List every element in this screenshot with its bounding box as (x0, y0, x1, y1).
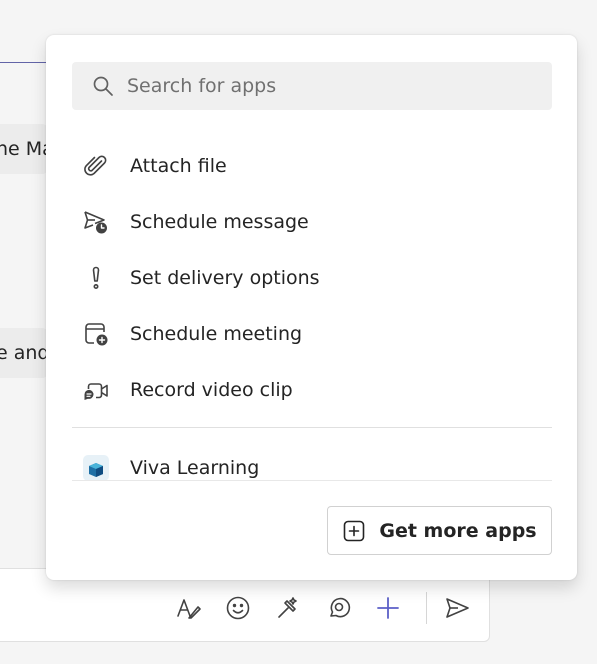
menu-item-attach-file[interactable]: Attach file (72, 138, 552, 194)
send-button[interactable] (439, 590, 475, 626)
menu-item-record-video[interactable]: Record video clip (72, 362, 552, 418)
action-menu: Attach file Schedule message Set deliver… (72, 138, 552, 418)
message-text: e and (0, 342, 48, 364)
loop-button[interactable] (320, 590, 356, 626)
add-button[interactable] (370, 590, 406, 626)
scroll-boundary (72, 480, 552, 481)
copilot-icon (278, 597, 297, 618)
add-icon (377, 597, 399, 619)
video-clip-icon (80, 374, 112, 406)
calendar-add-icon (80, 318, 112, 350)
menu-item-delivery-options[interactable]: Set delivery options (72, 250, 552, 306)
add-square-icon (342, 519, 366, 543)
menu-item-schedule-meeting[interactable]: Schedule meeting (72, 306, 552, 362)
exclamation-icon (80, 262, 112, 294)
format-button[interactable] (170, 590, 206, 626)
app-item-label: Viva Learning (130, 457, 260, 479)
copilot-button[interactable] (270, 590, 306, 626)
header-underline (0, 62, 48, 63)
get-more-apps-label: Get more apps (379, 519, 537, 542)
menu-item-label: Set delivery options (130, 267, 320, 289)
get-more-apps-button[interactable]: Get more apps (327, 506, 552, 555)
menu-item-label: Attach file (130, 155, 227, 177)
emoji-icon (226, 596, 250, 620)
menu-divider (72, 427, 552, 428)
message-bubble[interactable]: ne Ma (0, 124, 48, 174)
search-icon (91, 73, 117, 99)
format-icon (177, 599, 201, 619)
compose-toolbar (170, 590, 489, 626)
messaging-extensions-popup: Attach file Schedule message Set deliver… (46, 35, 577, 580)
paperclip-icon (80, 150, 112, 182)
menu-item-label: Record video clip (130, 379, 293, 401)
message-bubble[interactable]: e and (0, 328, 48, 378)
toolbar-divider (426, 592, 427, 624)
send-icon (446, 598, 469, 618)
menu-item-schedule-message[interactable]: Schedule message (72, 194, 552, 250)
menu-item-label: Schedule message (130, 211, 309, 233)
menu-item-label: Schedule meeting (130, 323, 303, 345)
emoji-button[interactable] (220, 590, 256, 626)
search-box[interactable] (72, 62, 552, 110)
schedule-send-icon (80, 206, 112, 238)
search-input[interactable] (125, 74, 529, 98)
message-text: ne Ma (0, 138, 48, 160)
app-item-viva-learning[interactable]: Viva Learning (72, 445, 552, 491)
loop-icon (330, 597, 351, 618)
